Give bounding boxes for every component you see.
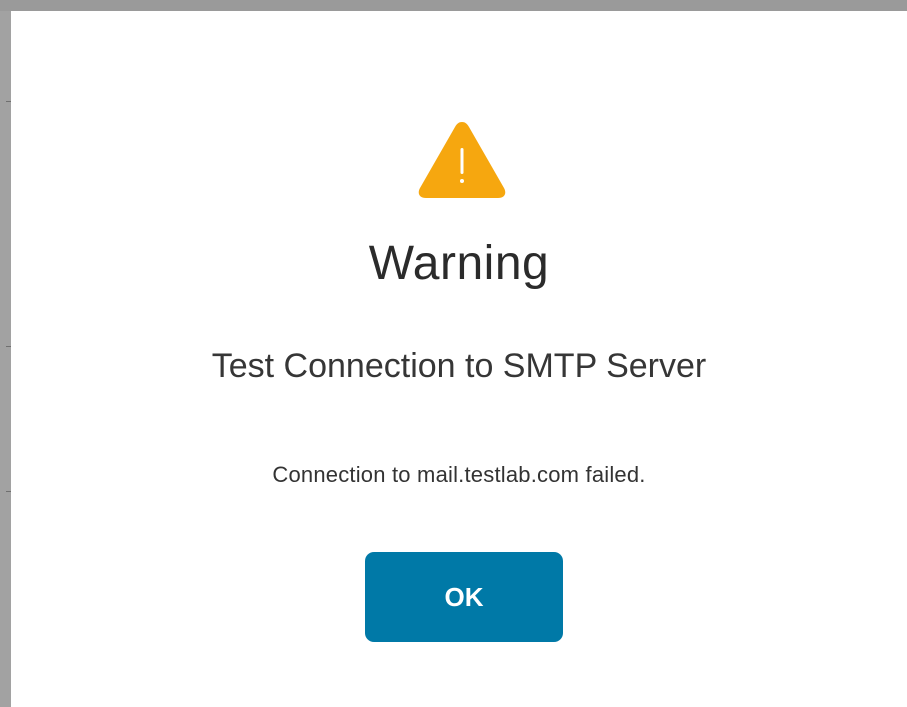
dialog-title: Warning <box>368 237 550 290</box>
ok-button[interactable]: OK <box>365 552 563 642</box>
dialog-message: Connection to mail.testlab.com failed. <box>272 462 646 487</box>
dialog-subtitle: Test Connection to SMTP Server <box>211 347 707 385</box>
background-window-edge-top <box>0 0 907 11</box>
background-window-edge-left <box>0 11 11 707</box>
warning-triangle-icon <box>418 122 506 198</box>
warning-dialog: Warning Test Connection to SMTP Server C… <box>11 11 907 707</box>
